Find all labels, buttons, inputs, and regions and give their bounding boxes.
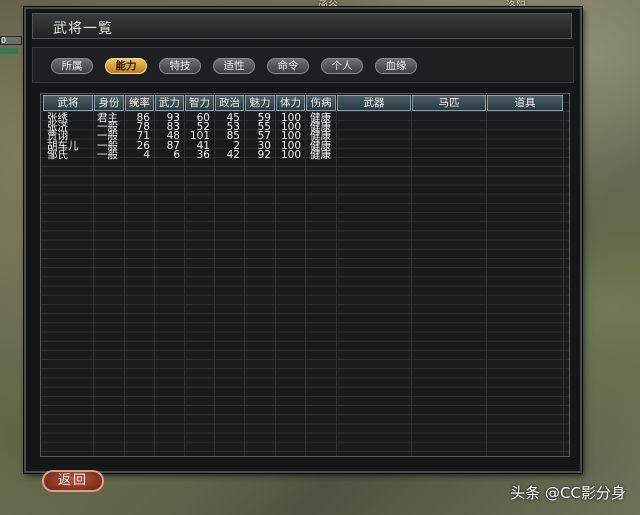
left-green-bar	[0, 48, 18, 54]
header-cell[interactable]: 马匹	[412, 95, 486, 111]
table-header: 武将 身份 统率 武力 智力 政治 魅力 体力 伤病 武器 马匹 道具	[41, 94, 569, 112]
table-cell: 42	[226, 148, 240, 161]
column-divider	[124, 112, 125, 456]
table-cell: 健康	[310, 148, 331, 161]
table-cell: 4	[143, 148, 150, 161]
column-divider	[486, 112, 487, 456]
column-divider	[411, 112, 412, 456]
table-cell: 100	[280, 148, 301, 161]
header-cell[interactable]: 政治	[215, 95, 244, 111]
column-divider	[184, 112, 185, 456]
table-cell: 92	[257, 148, 271, 161]
column-divider	[563, 112, 564, 456]
header-cell[interactable]: 武器	[337, 95, 411, 111]
column-divider	[244, 112, 245, 456]
table-cell: 6	[173, 148, 180, 161]
table-cell	[488, 150, 562, 161]
column-divider	[93, 112, 94, 456]
header-cell[interactable]: 道具	[487, 95, 563, 111]
column-divider	[275, 112, 276, 456]
table-row[interactable]: 邹氏 一般 4 6 36 42 92 100 健康	[41, 148, 569, 161]
column-divider	[305, 112, 306, 456]
header-cell[interactable]: 魅力	[245, 95, 275, 111]
tab-4[interactable]: 命令	[267, 58, 309, 74]
tab-0[interactable]: 所属	[51, 58, 93, 74]
general-list-window: 武将一覧 所属 能力 特技 适性 命令 个人 血缘 武将 身份 统率 武力 智力 政治 魅力 体力 伤病 武器…	[24, 7, 582, 473]
window-title: 武将一覧	[53, 21, 113, 37]
table-cell: 邹氏	[47, 148, 68, 161]
table-cell	[338, 150, 410, 161]
tab-1[interactable]: 能力	[105, 58, 147, 74]
header-cell[interactable]: 武将	[43, 95, 93, 111]
header-cell[interactable]: 统率	[125, 95, 154, 111]
left-troop-bar: 0	[0, 36, 22, 45]
tab-6[interactable]: 血缘	[375, 58, 417, 74]
table-cell	[413, 150, 485, 161]
header-cell[interactable]: 武力	[155, 95, 184, 111]
header-cell[interactable]: 智力	[185, 95, 214, 111]
table-cell: 一般	[97, 148, 118, 161]
column-divider	[336, 112, 337, 456]
back-button[interactable]: 返回	[42, 470, 104, 492]
header-cell[interactable]: 身份	[94, 95, 124, 111]
pointer-cursor-icon	[132, 101, 138, 106]
title-bar: 武将一覧	[32, 13, 572, 39]
table-cell: 36	[196, 148, 210, 161]
tab-3[interactable]: 适性	[213, 58, 255, 74]
tab-strip: 所属 能力 特技 适性 命令 个人 血缘	[32, 47, 574, 83]
general-table: 武将 身份 统率 武力 智力 政治 魅力 体力 伤病 武器 马匹 道具 张绣 君主 86 93 60 45 59 1…	[40, 93, 570, 457]
column-divider	[214, 112, 215, 456]
watermark-text: 头条 @CC影分身	[510, 484, 626, 502]
tab-2[interactable]: 特技	[159, 58, 201, 74]
column-divider	[154, 112, 155, 456]
header-cell[interactable]: 伤病	[306, 95, 336, 111]
tab-5[interactable]: 个人	[321, 58, 363, 74]
header-cell[interactable]: 体力	[276, 95, 305, 111]
